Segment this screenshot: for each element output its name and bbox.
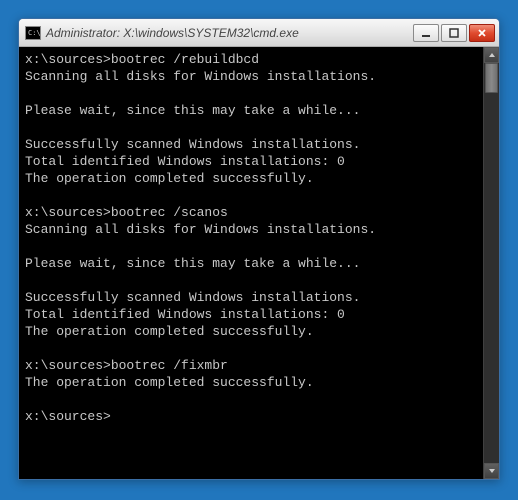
maximize-button[interactable] bbox=[441, 24, 467, 42]
terminal-area: x:\sources>bootrec /rebuildbcd Scanning … bbox=[19, 47, 499, 479]
cmd-window: C:\ Administrator: X:\windows\SYSTEM32\c… bbox=[18, 18, 500, 480]
scroll-track[interactable] bbox=[484, 63, 499, 463]
scroll-down-arrow[interactable] bbox=[484, 463, 499, 479]
chevron-up-icon bbox=[488, 52, 496, 58]
terminal-output[interactable]: x:\sources>bootrec /rebuildbcd Scanning … bbox=[19, 47, 483, 479]
window-title: Administrator: X:\windows\SYSTEM32\cmd.e… bbox=[46, 26, 413, 40]
close-icon bbox=[477, 28, 487, 38]
cmd-icon: C:\ bbox=[25, 26, 41, 40]
scroll-thumb[interactable] bbox=[485, 63, 498, 93]
window-controls bbox=[413, 24, 495, 42]
minimize-button[interactable] bbox=[413, 24, 439, 42]
maximize-icon bbox=[449, 28, 459, 38]
titlebar[interactable]: C:\ Administrator: X:\windows\SYSTEM32\c… bbox=[19, 19, 499, 47]
scrollbar[interactable] bbox=[483, 47, 499, 479]
close-button[interactable] bbox=[469, 24, 495, 42]
scroll-up-arrow[interactable] bbox=[484, 47, 499, 63]
chevron-down-icon bbox=[488, 468, 496, 474]
minimize-icon bbox=[421, 28, 431, 38]
